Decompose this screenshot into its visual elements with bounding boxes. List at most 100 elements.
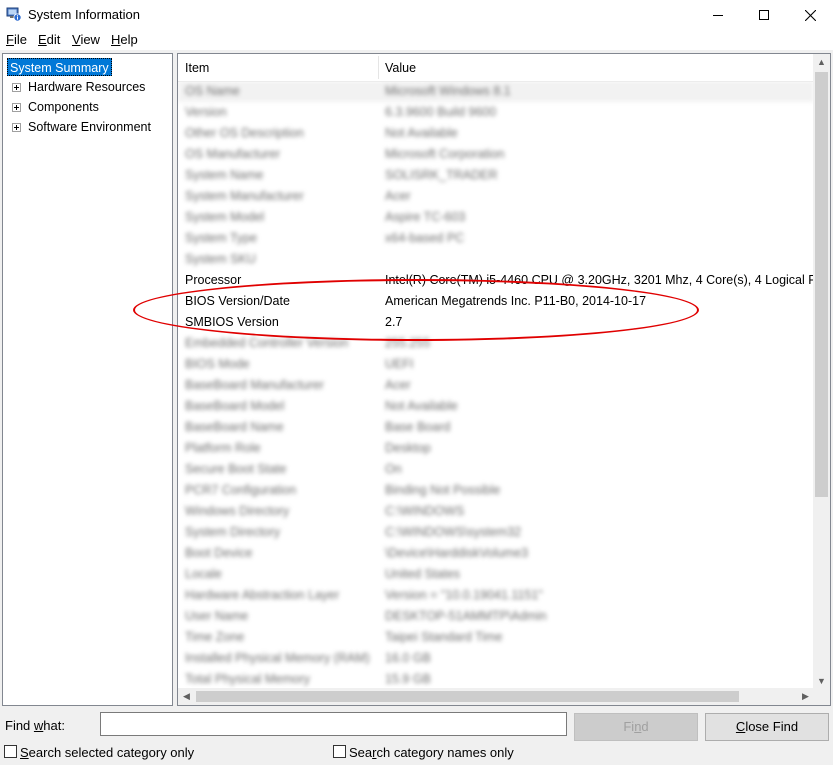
row-value: Not Available [385, 126, 458, 140]
tree-item-hardware-resources[interactable]: Hardware Resources [28, 78, 145, 96]
table-row[interactable]: OS Name Microsoft Windows 8.1 [178, 81, 814, 102]
row-item: PCR7 Configuration [185, 483, 297, 497]
table-row[interactable]: BaseBoard Manufacturer Acer [178, 375, 814, 396]
table-row[interactable]: Other OS Description Not Available [178, 123, 814, 144]
row-value: SOLISRK_TRADER [385, 168, 498, 182]
expand-icon[interactable] [12, 83, 21, 92]
row-item: System Name [185, 168, 264, 182]
table-row[interactable]: Processor Intel(R) Core(TM) i5-4460 CPU @… [178, 270, 814, 291]
row-item: Embedded Controller Version [185, 336, 349, 350]
row-item: Windows Directory [185, 504, 290, 518]
maximize-button[interactable] [741, 0, 787, 30]
row-item: BaseBoard Manufacturer [185, 378, 324, 392]
table-row[interactable]: Installed Physical Memory (RAM) 16.0 GB [178, 648, 814, 669]
table-row[interactable]: Version 6.3.9600 Build 9600 [178, 102, 814, 123]
scroll-right-icon[interactable]: ▶ [797, 688, 814, 705]
tree-item-components[interactable]: Components [28, 98, 99, 116]
row-item: OS Name [185, 84, 240, 98]
row-value: \Device\HarddiskVolume3 [385, 546, 529, 560]
table-row[interactable]: System Name SOLISRK_TRADER [178, 165, 814, 186]
table-row[interactable]: Boot Device \Device\HarddiskVolume3 [178, 543, 814, 564]
table-row[interactable]: User Name DESKTOP-51AMMTP\Admin [178, 606, 814, 627]
table-row[interactable]: System Manufacturer Acer [178, 186, 814, 207]
table-row[interactable]: System Model Aspire TC-603 [178, 207, 814, 228]
find-what-input[interactable] [100, 712, 567, 736]
list-header: Item Value [178, 54, 814, 82]
table-row[interactable]: BaseBoard Model Not Available [178, 396, 814, 417]
table-row[interactable]: Hardware Abstraction Layer Version = "10.… [178, 585, 814, 606]
table-row[interactable]: BIOS Mode UEFI [178, 354, 814, 375]
column-divider[interactable] [378, 56, 379, 79]
row-value: 2.7 [385, 315, 403, 329]
vertical-scrollbar[interactable]: ▲ ▼ [813, 54, 830, 690]
scrollbar-corner [813, 688, 830, 705]
menu-help[interactable]: Help [111, 32, 138, 47]
table-row[interactable]: BIOS Version/Date American Megatrends Inc… [178, 291, 814, 312]
menu-view[interactable]: View [72, 32, 100, 47]
find-what-label: Find what: [5, 718, 65, 733]
tree-item-software-environment[interactable]: Software Environment [28, 118, 151, 136]
tree-item-system-summary[interactable]: System Summary [7, 58, 112, 76]
row-value: DESKTOP-51AMMTP\Admin [385, 609, 547, 623]
row-value: Microsoft Corporation [385, 147, 505, 161]
find-button[interactable]: Find [574, 713, 698, 741]
window-title: System Information [28, 7, 140, 22]
row-value: Not Available [385, 399, 458, 413]
table-row[interactable]: Time Zone Taipei Standard Time [178, 627, 814, 648]
checkbox-icon[interactable] [333, 745, 346, 758]
checkbox-icon[interactable] [4, 745, 17, 758]
row-item: SMBIOS Version [185, 315, 279, 329]
system-info-icon [6, 7, 22, 22]
row-item: Installed Physical Memory (RAM) [185, 651, 370, 665]
row-value: C:\WINDOWS [385, 504, 465, 518]
menu-edit[interactable]: Edit [38, 32, 60, 47]
table-row[interactable]: Windows Directory C:\WINDOWS [178, 501, 814, 522]
category-tree[interactable]: System Summary Hardware Resources Compon… [2, 53, 173, 706]
close-button[interactable] [787, 0, 833, 30]
horizontal-scrollbar[interactable]: ◀ ▶ [178, 688, 814, 705]
row-value: Microsoft Windows 8.1 [385, 84, 511, 98]
row-value: Desktop [385, 441, 431, 455]
row-value: Intel(R) Core(TM) i5-4460 CPU @ 3.20GHz,… [385, 273, 814, 287]
search-category-names-checkbox[interactable]: Search category names only [333, 745, 514, 761]
row-item: OS Manufacturer [185, 147, 281, 161]
row-item: Locale [185, 567, 222, 581]
row-item: BaseBoard Model [185, 399, 285, 413]
row-item: BaseBoard Name [185, 420, 284, 434]
table-row[interactable]: PCR7 Configuration Binding Not Possible [178, 480, 814, 501]
minimize-button[interactable] [695, 0, 741, 30]
scroll-left-icon[interactable]: ◀ [178, 688, 195, 705]
close-find-button[interactable]: Close Find [705, 713, 829, 741]
row-value: Taipei Standard Time [385, 630, 503, 644]
row-item: BIOS Version/Date [185, 294, 290, 308]
row-item: System Directory [185, 525, 281, 539]
table-row[interactable]: BaseBoard Name Base Board [178, 417, 814, 438]
row-value: Binding Not Possible [385, 483, 501, 497]
column-header-value[interactable]: Value [385, 54, 416, 81]
row-value: x64-based PC [385, 231, 465, 245]
search-selected-category-checkbox[interactable]: Search selected category only [4, 745, 194, 761]
horizontal-scroll-thumb[interactable] [196, 691, 739, 702]
row-value: On [385, 462, 402, 476]
table-row[interactable]: Platform Role Desktop [178, 438, 814, 459]
expand-icon[interactable] [12, 103, 21, 112]
vertical-scroll-thumb[interactable] [815, 72, 828, 497]
table-row[interactable]: Embedded Controller Version 255.255 [178, 333, 814, 354]
table-row[interactable]: Secure Boot State On [178, 459, 814, 480]
scroll-up-icon[interactable]: ▲ [813, 54, 830, 71]
menu-file[interactable]: File [6, 32, 27, 47]
table-row[interactable]: System Directory C:\WINDOWS\system32 [178, 522, 814, 543]
expand-icon[interactable] [12, 123, 21, 132]
table-row[interactable]: System Type x64-based PC [178, 228, 814, 249]
table-row[interactable]: System SKU [178, 249, 814, 270]
table-row[interactable]: SMBIOS Version 2.7 [178, 312, 814, 333]
row-item: Other OS Description [185, 126, 304, 140]
column-header-item[interactable]: Item [185, 54, 209, 81]
row-value: 16.0 GB [385, 651, 431, 665]
title-bar: System Information [0, 0, 833, 30]
row-item: Version [185, 105, 227, 119]
table-row[interactable]: Locale United States [178, 564, 814, 585]
table-row[interactable]: OS Manufacturer Microsoft Corporation [178, 144, 814, 165]
row-item: Boot Device [185, 546, 253, 560]
table-row[interactable]: Total Physical Memory 15.9 GB [178, 669, 814, 690]
